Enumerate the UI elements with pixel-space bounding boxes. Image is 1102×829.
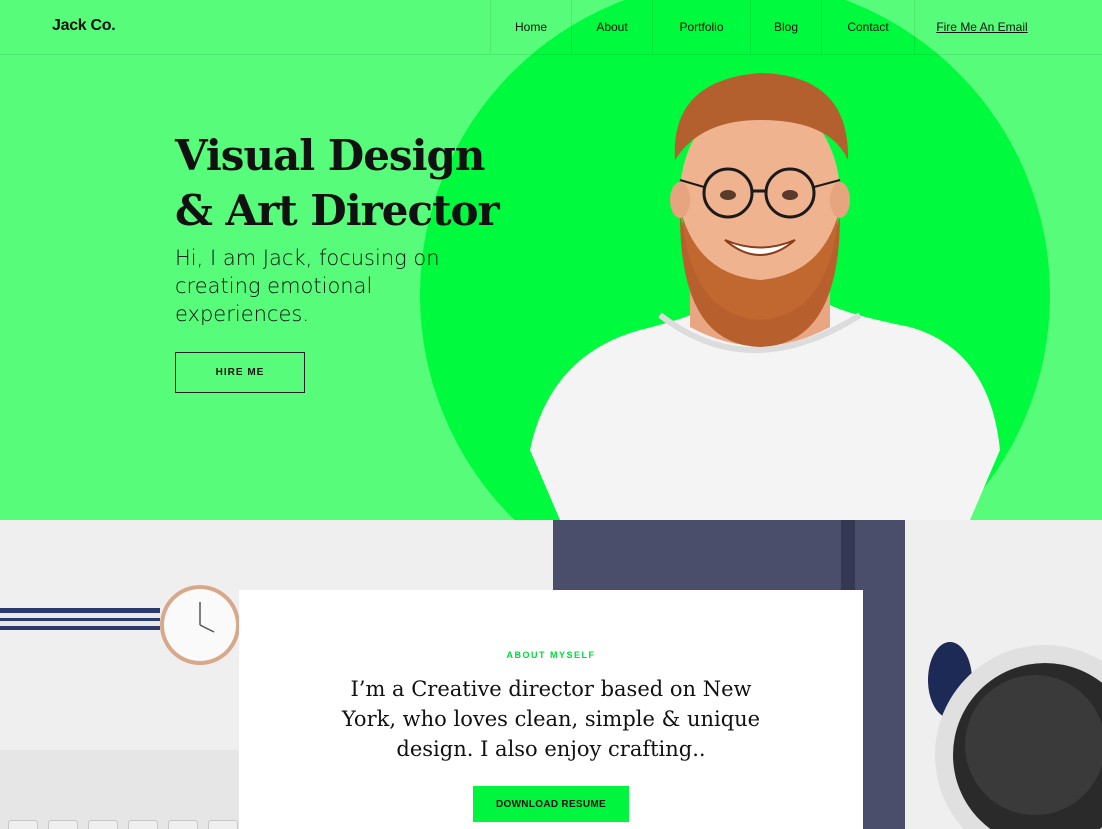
- hero-section: Visual Design & Art Director Hi, I am Ja…: [0, 0, 1102, 520]
- nav-contact[interactable]: Contact: [821, 0, 914, 54]
- about-tag: ABOUT MYSELF: [506, 650, 596, 660]
- nav-blog[interactable]: Blog: [750, 0, 821, 54]
- nav-about[interactable]: About: [571, 0, 652, 54]
- email-link[interactable]: Fire Me An Email: [914, 0, 1049, 54]
- nav-home[interactable]: Home: [490, 0, 571, 54]
- hero-title: Visual Design & Art Director: [175, 128, 500, 238]
- watch-image: [0, 585, 240, 665]
- coffee-cup-image: [928, 642, 1102, 829]
- site-header: Jack Co. Home About Portfolio Blog Conta…: [0, 0, 1102, 55]
- hero-subtitle: Hi, I am Jack, focusing on creating emot…: [175, 246, 440, 326]
- download-resume-button[interactable]: DOWNLOAD RESUME: [473, 786, 629, 822]
- about-card: ABOUT MYSELF I’m a Creative director bas…: [239, 590, 863, 829]
- logo[interactable]: Jack Co.: [52, 17, 116, 35]
- hero-title-line-2: & Art Director: [175, 186, 500, 235]
- portrait-image: [530, 73, 1000, 520]
- main-nav: Home About Portfolio Blog Contact Fire M…: [490, 0, 1049, 54]
- hero-title-line-1: Visual Design: [175, 131, 485, 180]
- keyboard-image: [0, 750, 250, 829]
- about-text: I’m a Creative director based on New Yor…: [341, 677, 761, 761]
- nav-portfolio[interactable]: Portfolio: [652, 0, 750, 54]
- hire-me-button[interactable]: HIRE ME: [175, 352, 305, 393]
